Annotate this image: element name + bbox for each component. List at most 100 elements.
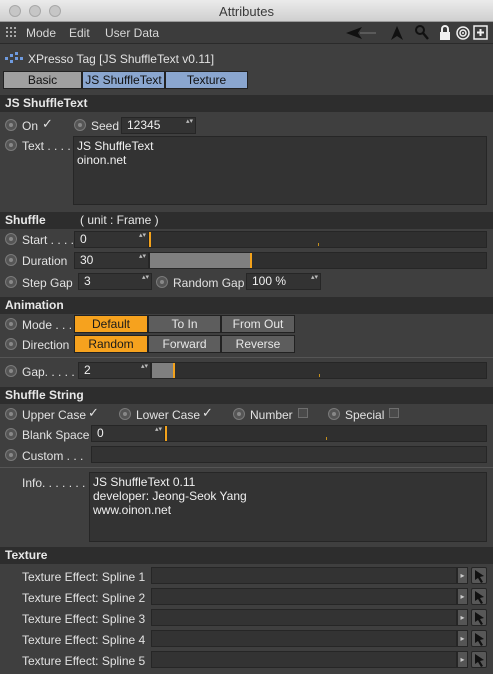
lowercase-anim-radio[interactable] bbox=[119, 408, 131, 420]
link-menu-arrow-icon[interactable]: ▸ bbox=[457, 609, 468, 626]
tab-basic[interactable]: Basic bbox=[3, 71, 82, 89]
texture-spline-link-field[interactable] bbox=[151, 651, 457, 668]
text-label: Text . . . . bbox=[22, 139, 71, 153]
special-checkbox[interactable] bbox=[389, 408, 399, 418]
mode-to-in-button[interactable]: To In bbox=[148, 315, 221, 333]
duration-input[interactable]: 30 bbox=[74, 252, 149, 269]
number-label: Number bbox=[250, 408, 293, 422]
object-picker-icon[interactable] bbox=[471, 609, 487, 626]
custom-label: Custom . . . bbox=[22, 449, 84, 463]
link-menu-arrow-icon[interactable]: ▸ bbox=[457, 567, 468, 584]
duration-anim-radio[interactable] bbox=[5, 254, 17, 266]
direction-reverse-button[interactable]: Reverse bbox=[221, 335, 295, 353]
special-label: Special bbox=[345, 408, 385, 422]
blankspace-slider-knob[interactable] bbox=[165, 426, 167, 441]
object-picker-icon[interactable] bbox=[471, 588, 487, 605]
text-anim-radio[interactable] bbox=[5, 139, 17, 151]
object-picker-icon[interactable] bbox=[471, 651, 487, 668]
mode-label: Mode . . . bbox=[22, 318, 73, 332]
tab-js-shuffletext[interactable]: JS ShuffleText bbox=[82, 71, 165, 89]
start-anim-radio[interactable] bbox=[5, 233, 17, 245]
start-slider-knob[interactable] bbox=[149, 232, 151, 247]
texture-effect-label: Texture Effect: Spline 5 bbox=[22, 654, 146, 668]
lowercase-checkbox[interactable]: ✓ bbox=[202, 405, 213, 421]
blankspace-slider[interactable] bbox=[165, 425, 487, 442]
duration-label: Duration bbox=[22, 254, 68, 268]
section-shuffle-string: Shuffle String bbox=[0, 387, 493, 404]
gap-label: Gap. . . . . bbox=[22, 365, 75, 379]
slider-tick-mark bbox=[318, 243, 319, 246]
randomgap-anim-radio[interactable] bbox=[156, 276, 168, 288]
slider-tick-mark bbox=[326, 437, 327, 440]
title-bar: Attributes bbox=[0, 0, 493, 22]
lock-icon[interactable] bbox=[438, 24, 452, 42]
uppercase-anim-radio[interactable] bbox=[5, 408, 17, 420]
target-icon[interactable] bbox=[455, 24, 471, 42]
info-line: www.oinon.net bbox=[93, 503, 172, 517]
grip-icon[interactable] bbox=[6, 27, 18, 39]
custom-input[interactable] bbox=[91, 446, 487, 463]
direction-forward-button[interactable]: Forward bbox=[148, 335, 221, 353]
custom-anim-radio[interactable] bbox=[5, 449, 17, 461]
link-menu-arrow-icon[interactable]: ▸ bbox=[457, 651, 468, 668]
gap-slider[interactable] bbox=[151, 362, 487, 379]
start-input[interactable]: 0 bbox=[74, 231, 149, 248]
back-arrow-icon[interactable] bbox=[344, 24, 378, 42]
gap-anim-radio[interactable] bbox=[5, 365, 17, 377]
direction-label: Direction bbox=[22, 338, 70, 352]
object-name: XPresso Tag [JS ShuffleText v0.11] bbox=[28, 52, 215, 66]
blankspace-label: Blank Space bbox=[22, 428, 90, 442]
object-picker-icon[interactable] bbox=[471, 567, 487, 584]
number-checkbox[interactable] bbox=[298, 408, 308, 418]
gap-input[interactable]: 2 bbox=[78, 362, 151, 379]
shuffle-unit: ( unit : Frame ) bbox=[80, 213, 159, 227]
new-panel-icon[interactable] bbox=[473, 24, 489, 42]
link-menu-arrow-icon[interactable]: ▸ bbox=[457, 630, 468, 647]
menu-mode[interactable]: Mode bbox=[26, 26, 56, 40]
randomgap-input[interactable]: 100 % bbox=[246, 273, 321, 290]
text-textarea[interactable]: JS ShuffleText oinon.net bbox=[73, 136, 487, 205]
texture-spline-link-field[interactable] bbox=[151, 609, 457, 626]
slider-tick-mark bbox=[319, 374, 320, 377]
uppercase-checkbox[interactable]: ✓ bbox=[88, 405, 99, 421]
texture-spline-link-field[interactable] bbox=[151, 567, 457, 584]
divider bbox=[0, 357, 493, 358]
tab-texture[interactable]: Texture bbox=[165, 71, 248, 89]
texture-effect-label: Texture Effect: Spline 2 bbox=[22, 591, 146, 605]
section-animation: Animation bbox=[0, 297, 493, 314]
seed-input[interactable]: 12345 bbox=[121, 117, 196, 134]
object-picker-icon[interactable] bbox=[471, 630, 487, 647]
on-label: On bbox=[22, 119, 39, 133]
blankspace-input[interactable]: 0 bbox=[91, 425, 165, 442]
texture-spline-link-field[interactable] bbox=[151, 588, 457, 605]
start-slider[interactable] bbox=[149, 231, 487, 248]
texture-spline-link-field[interactable] bbox=[151, 630, 457, 647]
mode-anim-radio[interactable] bbox=[5, 318, 17, 330]
direction-anim-radio[interactable] bbox=[5, 338, 17, 350]
randomgap-label: Random Gap bbox=[173, 276, 245, 290]
info-textarea[interactable]: JS ShuffleText 0.11 developer: Jeong-Seo… bbox=[89, 472, 487, 542]
blankspace-anim-radio[interactable] bbox=[5, 428, 17, 440]
gap-slider-fill bbox=[152, 363, 175, 378]
direction-random-button[interactable]: Random bbox=[74, 335, 148, 353]
mode-default-button[interactable]: Default bbox=[74, 315, 148, 333]
object-header: XPresso Tag [JS ShuffleText v0.11] bbox=[0, 46, 493, 70]
menu-user-data[interactable]: User Data bbox=[105, 26, 159, 40]
search-icon[interactable] bbox=[414, 24, 430, 42]
seed-anim-radio[interactable] bbox=[74, 119, 86, 131]
gap-slider-knob[interactable] bbox=[173, 363, 176, 378]
number-anim-radio[interactable] bbox=[233, 408, 245, 420]
stepgap-anim-radio[interactable] bbox=[5, 276, 17, 288]
stepgap-input[interactable]: 3 bbox=[78, 273, 152, 290]
duration-slider-knob[interactable] bbox=[249, 253, 252, 268]
on-anim-radio[interactable] bbox=[5, 119, 17, 131]
mode-from-out-button[interactable]: From Out bbox=[221, 315, 295, 333]
duration-slider[interactable] bbox=[149, 252, 487, 269]
section-js-shuffletext: JS ShuffleText bbox=[0, 95, 493, 112]
link-menu-arrow-icon[interactable]: ▸ bbox=[457, 588, 468, 605]
up-arrow-icon[interactable] bbox=[389, 24, 405, 42]
special-anim-radio[interactable] bbox=[328, 408, 340, 420]
menu-edit[interactable]: Edit bbox=[69, 26, 90, 40]
section-texture: Texture bbox=[0, 547, 493, 564]
on-checkbox[interactable]: ✓ bbox=[42, 116, 53, 132]
